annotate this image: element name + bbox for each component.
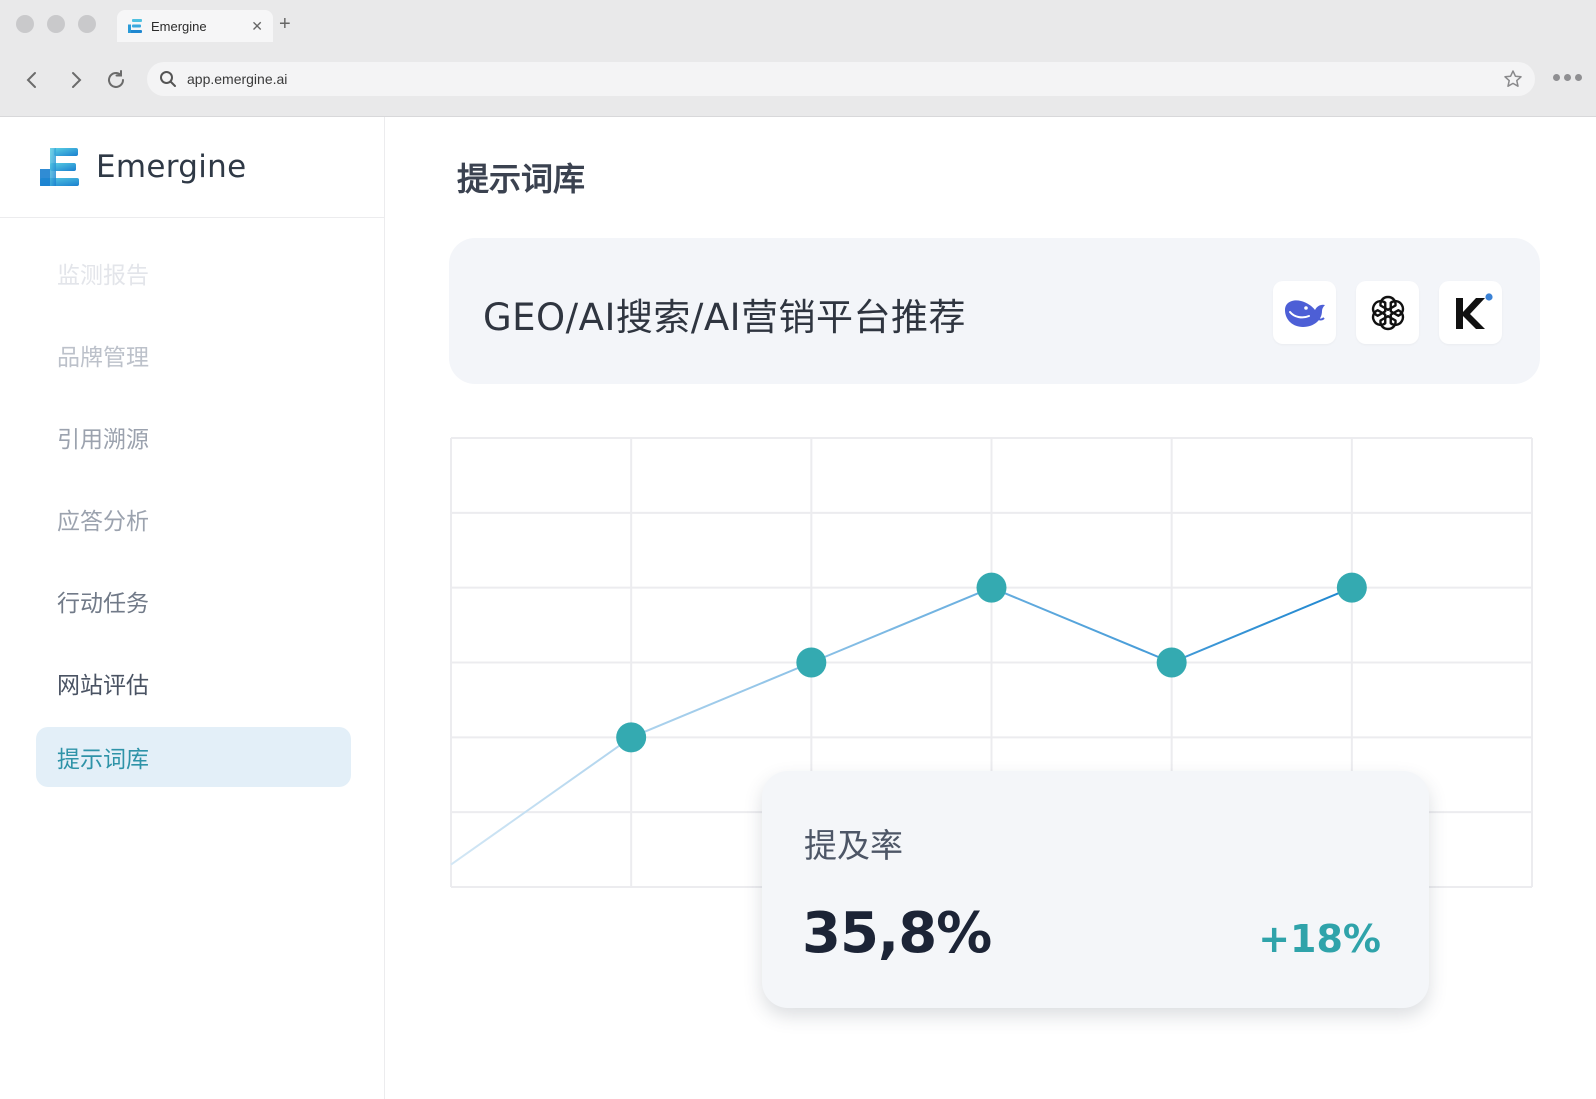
chevron-left-icon	[26, 72, 36, 88]
tab-close-icon[interactable]: ✕	[251, 18, 263, 35]
url-text: app.emergine.ai	[187, 71, 288, 87]
emergine-favicon-icon	[128, 19, 142, 33]
sidebar-item-label: 品牌管理	[57, 344, 149, 370]
deepseek-icon[interactable]	[1273, 281, 1336, 344]
forward-button[interactable]	[64, 68, 88, 92]
sidebar-item-monitoring-report[interactable]: 监测报告	[36, 243, 351, 303]
kimi-icon[interactable]	[1439, 281, 1502, 344]
data-point-marker	[976, 572, 1007, 603]
address-bar[interactable]: app.emergine.ai	[147, 62, 1535, 96]
reload-button[interactable]	[104, 68, 128, 92]
metric-label: 提及率	[804, 827, 903, 864]
reload-icon	[108, 70, 124, 88]
sidebar-item-brand-management[interactable]: 品牌管理	[36, 325, 351, 385]
new-tab-button[interactable]: +	[279, 13, 291, 36]
page-title: 提示词库	[457, 161, 586, 197]
browser-tab[interactable]: Emergine ✕	[117, 10, 273, 42]
brand-name: Emergine	[96, 149, 247, 185]
openai-icon[interactable]	[1356, 281, 1419, 344]
mention-rate-card: 提及率 35,8% +18%	[762, 771, 1429, 1008]
browser-chrome: Emergine ✕ + app.emergine.ai	[0, 0, 1596, 117]
search-icon	[160, 71, 176, 87]
sidebar-item-label: 应答分析	[57, 508, 149, 534]
brand-header[interactable]: Emergine	[0, 117, 384, 218]
sidebar-menu: 监测报告 品牌管理 引用溯源 应答分析 行动任务 网站评估 提示词库	[36, 243, 351, 809]
sidebar-item-response-analysis[interactable]: 应答分析	[36, 489, 351, 549]
sidebar-item-website-evaluation[interactable]: 网站评估	[36, 653, 351, 713]
emergine-logo-icon	[40, 148, 79, 186]
navigation-bar: app.emergine.ai	[0, 44, 1596, 116]
metric-value: 35,8%	[802, 901, 992, 966]
bookmark-star-icon[interactable]	[1503, 69, 1523, 89]
data-point-marker	[616, 722, 647, 753]
data-point-marker	[1156, 647, 1187, 678]
maximize-window-button[interactable]	[78, 15, 96, 33]
sidebar-item-label: 引用溯源	[57, 426, 149, 452]
sidebar-item-citation-tracing[interactable]: 引用溯源	[36, 407, 351, 467]
metric-change: +18%	[1258, 917, 1381, 961]
sidebar-item-prompt-library[interactable]: 提示词库	[36, 727, 351, 787]
chevron-right-icon	[72, 72, 82, 88]
prompt-card[interactable]: GEO/AI搜索/AI营销平台推荐	[449, 238, 1540, 384]
data-point-marker	[1336, 572, 1367, 603]
more-options-icon[interactable]	[1553, 74, 1582, 81]
sidebar-item-label: 监测报告	[57, 262, 149, 288]
sidebar-item-label: 提示词库	[57, 746, 149, 772]
sidebar-item-label: 行动任务	[57, 590, 149, 616]
data-point-marker	[796, 647, 827, 678]
sidebar-item-label: 网站评估	[57, 672, 149, 698]
prompt-text: GEO/AI搜索/AI营销平台推荐	[483, 296, 967, 339]
minimize-window-button[interactable]	[47, 15, 65, 33]
back-button[interactable]	[20, 68, 44, 92]
close-window-button[interactable]	[16, 15, 34, 33]
tab-title: Emergine	[151, 18, 207, 34]
sidebar: Emergine 监测报告 品牌管理 引用溯源 应答分析 行动任务 网站评估 提…	[0, 117, 385, 1099]
window-controls	[16, 15, 96, 33]
ai-platform-icons	[1273, 281, 1502, 344]
sidebar-item-action-tasks[interactable]: 行动任务	[36, 571, 351, 631]
